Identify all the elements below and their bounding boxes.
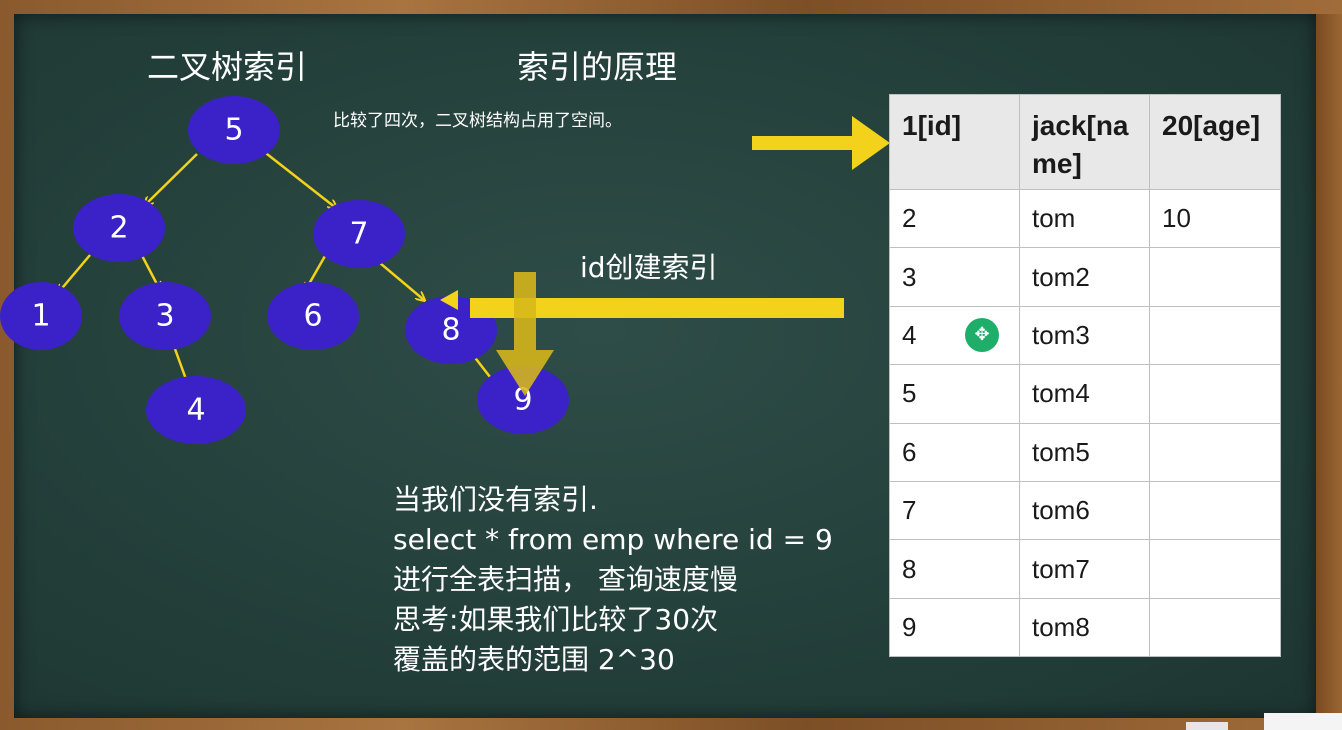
tree-node: 5: [224, 113, 243, 148]
cell-id: 3: [889, 247, 1020, 307]
cell-name: tom4: [1019, 364, 1150, 424]
left-arrow-icon: [440, 290, 844, 318]
tree-node: 2: [109, 211, 128, 246]
desc-line: 进行全表扫描， 查询速度慢: [393, 563, 738, 596]
edge-7-8: [373, 257, 424, 300]
pointer-arrow-icon: [752, 116, 890, 170]
header-name: jack[name]: [1019, 94, 1150, 190]
edge-5-7: [257, 146, 336, 208]
cell-id: 7: [889, 480, 1020, 541]
table-row: 4 tom3: [889, 305, 1281, 366]
data-table: 1[id] jack[name] 20[age] 2 tom 10 3 tom2 4t…: [889, 94, 1281, 658]
cell-name: tom7: [1019, 539, 1150, 599]
cell-name: tom5: [1019, 422, 1150, 482]
edge-5-2: [145, 153, 198, 205]
tree-node: 6: [303, 299, 322, 334]
table-row: 2 tom 10: [889, 188, 1281, 249]
table-row: 5 tom4: [889, 364, 1281, 424]
table-row: 7 tom6: [889, 480, 1281, 541]
tree-node: 3: [155, 299, 174, 334]
tree-node: 8: [441, 313, 460, 348]
desc-line: select * from emp where id = 9: [393, 523, 833, 556]
cell-id: 2: [889, 188, 1020, 249]
cell-age: [1149, 539, 1281, 599]
cell-age: [1149, 597, 1281, 658]
corner-panel: [1264, 713, 1342, 730]
desc-line: 思考:如果我们比较了30次: [393, 603, 719, 636]
cell-name: tom2: [1019, 247, 1150, 307]
cell-id: 9: [889, 597, 1020, 658]
tree-node: 1: [31, 299, 50, 334]
tree-node: 7: [349, 217, 368, 252]
cell-name: tom6: [1019, 480, 1150, 541]
cell-age: [1149, 364, 1281, 424]
cell-name: tom3: [1019, 305, 1150, 366]
header-age: 20[age]: [1149, 94, 1281, 190]
desc-line: 覆盖的表的范围 2^30: [393, 643, 675, 676]
cell-age: 10: [1149, 188, 1281, 249]
desc-line: 当我们没有索引.: [393, 483, 598, 516]
cell-id: 8: [889, 539, 1020, 599]
header-id: 1[id]: [889, 94, 1020, 190]
cell-id: 6: [889, 422, 1020, 482]
cell-age: [1149, 422, 1281, 482]
cell-id: 4: [889, 305, 1020, 366]
description-block: 当我们没有索引. select * from emp where id = 9 …: [393, 480, 833, 680]
table-header-row: 1[id] jack[name] 20[age]: [889, 94, 1281, 190]
cell-name: tom8: [1019, 597, 1150, 658]
table-row: 6 tom5: [889, 422, 1281, 482]
table-row: 9 tom8: [889, 597, 1281, 658]
cell-name: tom: [1019, 188, 1150, 249]
tree-node: 4: [186, 393, 205, 428]
move-cursor-icon[interactable]: ✥: [965, 318, 999, 352]
scroll-indicator[interactable]: [1186, 722, 1228, 730]
cell-age: [1149, 247, 1281, 307]
cell-age: [1149, 305, 1281, 366]
table-row: 3 tom2: [889, 247, 1281, 307]
table-row: 8 tom7: [889, 539, 1281, 599]
cell-age: [1149, 480, 1281, 541]
cell-id: 5: [889, 364, 1020, 424]
